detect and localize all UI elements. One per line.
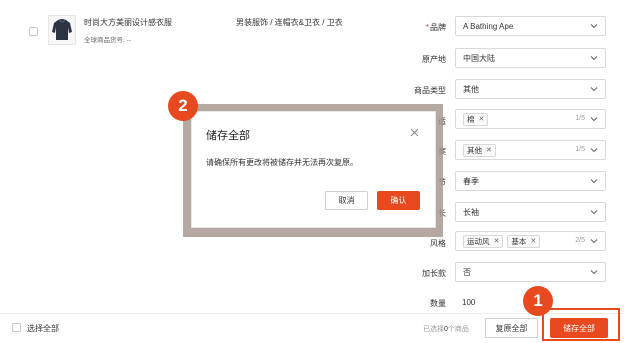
pattern-tag: 其他 ✕ (463, 143, 496, 157)
product-edit-page: 时尚大方美丽设计感衣服 全球商品货号: -- 男装服饰 / 连帽衣&卫衣 / 卫… (0, 0, 624, 343)
sleeve-value: 长袖 (463, 207, 479, 217)
bottom-action-bar: 选择全部 已选择0个商品 复原全部 储存全部 (0, 313, 624, 343)
required-marker: * (425, 23, 429, 32)
attr-label-origin: 原产地 (422, 55, 446, 64)
extra-long-select[interactable]: 否 (455, 262, 606, 282)
chevron-down-icon (590, 148, 598, 153)
dialog-cancel-button[interactable]: 取消 (325, 191, 368, 210)
extra-long-value: 否 (463, 267, 471, 277)
dialog-message: 请确保所有更改将被储存并无法再次复原。 (206, 158, 358, 167)
origin-select[interactable]: 中国大陆 (455, 48, 606, 68)
close-icon[interactable] (410, 128, 419, 137)
tag-remove-icon[interactable]: ✕ (530, 237, 536, 245)
chevron-down-icon (590, 210, 598, 215)
season-select[interactable]: 春季 (455, 171, 606, 191)
callout-step-2: 2 (168, 91, 198, 121)
tag-remove-icon[interactable]: ✕ (479, 115, 485, 123)
attr-label-style: 风格 (430, 239, 446, 248)
sleeve-select[interactable]: 长袖 (455, 202, 606, 222)
save-button-highlight (542, 308, 620, 341)
quantity-input[interactable]: 100 (455, 292, 521, 312)
tag-remove-icon[interactable]: ✕ (486, 146, 492, 154)
style-multiselect[interactable]: 运动风 ✕ 基本 ✕ 2/5 (455, 231, 606, 251)
origin-value: 中国大陆 (463, 53, 495, 63)
chevron-down-icon (590, 87, 598, 92)
material-count: 1/5 (575, 115, 585, 122)
attr-label-extra-long: 加长款 (422, 269, 446, 278)
product-global-id: 全球商品货号: -- (84, 37, 131, 44)
attr-label-quantity: 数量 (430, 299, 446, 308)
product-thumbnail (48, 15, 76, 45)
material-tag: 棉 ✕ (463, 112, 489, 126)
product-name: 时尚大方美丽设计感衣服 (84, 18, 172, 27)
select-all-checkbox[interactable] (12, 323, 21, 332)
pattern-count: 1/5 (575, 146, 585, 153)
brand-value: A Bathing Ape (463, 21, 514, 31)
style-tag: 运动风 ✕ (463, 234, 504, 248)
pattern-multiselect[interactable]: 其他 ✕ 1/5 (455, 140, 606, 160)
chevron-down-icon (590, 24, 598, 29)
season-value: 春季 (463, 176, 479, 186)
style-tag: 基本 ✕ (507, 234, 541, 248)
callout-step-1: 1 (523, 286, 553, 316)
hoodie-icon (52, 19, 72, 40)
chevron-down-icon (590, 117, 598, 122)
restore-all-button[interactable]: 复原全部 (485, 318, 538, 338)
dialog-title: 储存全部 (206, 130, 250, 142)
brand-select[interactable]: A Bathing Ape (455, 16, 606, 36)
dialog-confirm-button[interactable]: 确认 (377, 191, 420, 210)
product-type-value: 其他 (463, 84, 479, 94)
chevron-down-icon (590, 270, 598, 275)
style-count: 2/5 (575, 237, 585, 244)
select-all-label[interactable]: 选择全部 (27, 323, 59, 334)
chevron-down-icon (590, 56, 598, 61)
tag-remove-icon[interactable]: ✕ (494, 237, 500, 245)
attr-label-product-type: 商品类型 (414, 86, 446, 95)
chevron-down-icon (590, 239, 598, 244)
chevron-down-icon (590, 179, 598, 184)
attr-label-brand: *品牌 (425, 23, 446, 32)
selected-count-text: 已选择0个商品 (423, 326, 469, 333)
product-type-select[interactable]: 其他 (455, 79, 606, 99)
product-row-checkbox[interactable] (29, 27, 38, 36)
product-category-path: 男装服饰 / 连帽衣&卫衣 / 卫衣 (236, 18, 343, 27)
save-all-dialog: 储存全部 请确保所有更改将被储存并无法再次复原。 取消 确认 (191, 111, 436, 228)
material-multiselect[interactable]: 棉 ✕ 1/5 (455, 109, 606, 129)
